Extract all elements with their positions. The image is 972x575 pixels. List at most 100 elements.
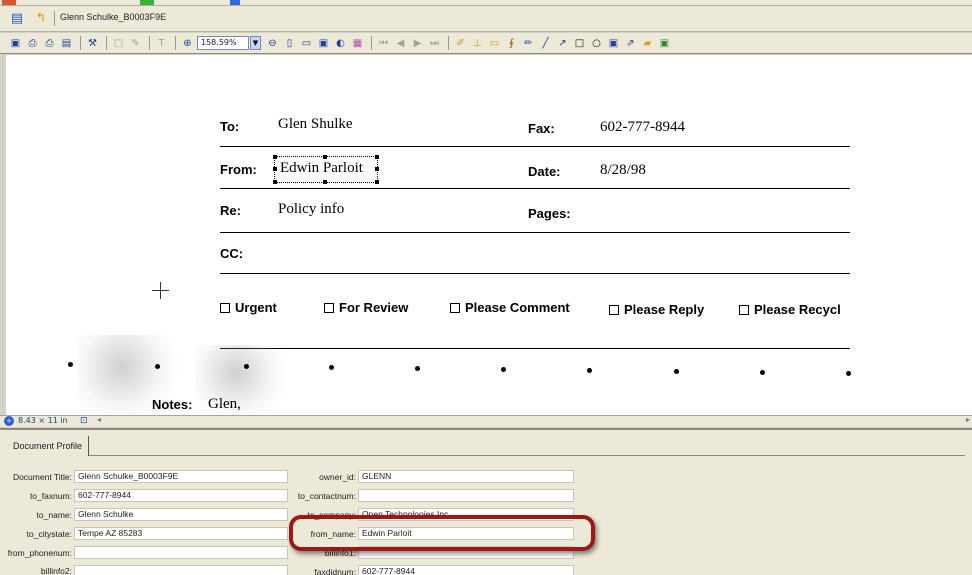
list-view-icon[interactable]: ▤ (8, 10, 26, 27)
fit-page-icon[interactable]: ▯ (282, 36, 297, 51)
checkbox-icon (220, 302, 230, 313)
next-page-icon[interactable]: ▶ (410, 36, 425, 51)
app-window: ▤ ↰ Glenn Schulke_B0003F9E ▣ ⎙ ⎙ ▤ ⚒ ▢ ✎… (0, 0, 972, 575)
print-menu-icon[interactable]: ⎙ (25, 36, 40, 51)
profile-tab-strip: Document Profile (5, 436, 965, 456)
owner-id-field[interactable]: GLENN (358, 470, 574, 483)
highlighter-icon[interactable]: ✐ (453, 36, 468, 51)
from-label: From: (220, 162, 257, 177)
tools-icon[interactable]: ⚒ (85, 36, 100, 51)
line-icon[interactable]: ╱ (538, 36, 553, 51)
thumbnails-icon[interactable]: ▦ (350, 36, 365, 51)
checkbox-icon (450, 302, 460, 313)
document-profile-panel: Document Profile Document Title: Glenn S… (0, 428, 972, 575)
blue-tool-icon[interactable] (230, 0, 240, 5)
tab-document-profile[interactable]: Document Profile (5, 436, 90, 456)
checkbox-icon (739, 304, 749, 315)
bullet-dot (244, 364, 249, 369)
properties-icon[interactable]: ▣ (657, 36, 672, 51)
freehand-icon[interactable]: ✏ (521, 36, 536, 51)
open-folder-icon[interactable]: ▰ (640, 36, 655, 51)
pen-icon[interactable]: ✎ (128, 36, 143, 51)
ellipse-icon[interactable]: ○ (589, 36, 604, 51)
fax-value: 602-777-8944 (600, 119, 685, 135)
fax-page: To: Glen Shulke Fax: 602-777-8944 From: … (6, 55, 972, 415)
field-label: from_phonenum: (7, 548, 72, 558)
navigate-icon[interactable]: + (4, 416, 14, 426)
prev-page-icon[interactable]: ◀ (393, 36, 408, 51)
to-citystate-field[interactable]: Tempe AZ 85283 (74, 527, 288, 540)
copy-icon[interactable]: ▢ (111, 36, 126, 51)
actual-size-icon[interactable]: ▣ (316, 36, 331, 51)
to-faxnum-field[interactable]: 602-777-8944 (74, 489, 288, 502)
checkbox-please-reply: Please Reply (609, 302, 704, 317)
folder-up-icon[interactable]: ↰ (32, 10, 50, 27)
checkbox-please-comment: Please Comment (450, 300, 570, 315)
field-label: to_faxnum: (29, 491, 72, 501)
bullet-dot (846, 371, 851, 376)
from-phonenum-field[interactable] (74, 546, 288, 559)
divider-line (220, 188, 850, 189)
divider-line (220, 146, 850, 147)
bullet-dot (415, 366, 420, 371)
billinfo2-field[interactable] (74, 565, 288, 575)
rectangle-icon[interactable]: □ (572, 36, 587, 51)
from-value: Edwin Parloit (280, 160, 363, 176)
field-label: to_contactnum: (297, 491, 356, 501)
field-label: to_name: (36, 510, 72, 520)
fax-label: Fax: (528, 121, 555, 136)
arrow-icon[interactable]: ↗ (555, 36, 570, 51)
to-value: Glen Shulke (278, 116, 353, 132)
bullet-dot (760, 370, 765, 375)
scroll-right-icon[interactable]: ▸ (966, 415, 970, 424)
stamp-icon[interactable]: ⊥ (470, 36, 485, 51)
green-tool-icon[interactable] (140, 0, 154, 5)
bullet-dot (155, 364, 160, 369)
print-icon[interactable]: ⎙ (42, 36, 57, 51)
display-icon[interactable]: ⊡ (80, 416, 88, 426)
bullet-dot (501, 367, 506, 372)
field-label: billinfo2: (40, 566, 72, 575)
image-icon[interactable]: ▣ (606, 36, 621, 51)
to-contactnum-field[interactable] (358, 489, 574, 502)
document-title-field[interactable]: Glenn Schulke_B0003F9E (74, 470, 288, 483)
field-label: to_citystate: (26, 529, 72, 539)
faxdidnum-field[interactable]: 602-777-8944 (358, 565, 574, 575)
sticky-note-icon[interactable]: ▭ (487, 36, 502, 51)
signature-icon[interactable]: ∮ (504, 36, 519, 51)
document-title: Glenn Schulke_B0003F9E (60, 12, 167, 22)
divider-line (220, 348, 850, 349)
page-properties-icon[interactable]: ▤ (59, 36, 74, 51)
separator (54, 11, 55, 26)
bullet-dot (674, 369, 679, 374)
last-page-icon[interactable]: ⏭ (427, 36, 442, 51)
zoom-input[interactable]: 158.59% (197, 36, 249, 50)
to-label: To: (220, 119, 240, 134)
date-label: Date: (528, 164, 561, 179)
checkbox-for-review: For Review (324, 300, 408, 315)
first-page-icon[interactable]: ⏮ (376, 36, 391, 51)
zoom-in-icon[interactable]: ⊕ (180, 36, 195, 51)
viewer-toolbar: ▣ ⎙ ⎙ ▤ ⚒ ▢ ✎ T ⊕ 158.59% ▼ ⊖ ▯ ▭ ▣ ◐ ▦ … (0, 33, 972, 54)
notes-label: Notes: (152, 397, 193, 412)
document-viewer[interactable]: To: Glen Shulke Fax: 602-777-8944 From: … (0, 55, 972, 415)
document-path-bar: ▤ ↰ Glenn Schulke_B0003F9E (0, 6, 972, 32)
cc-label: CC: (220, 246, 244, 261)
re-label: Re: (220, 203, 241, 218)
link-icon[interactable]: ⇗ (623, 36, 638, 51)
app-logo-icon (2, 0, 16, 5)
save-icon[interactable]: ▣ (8, 36, 23, 51)
text-icon[interactable]: T (154, 36, 169, 51)
zoom-dropdown-icon[interactable]: ▼ (250, 36, 261, 50)
zoom-out-icon[interactable]: ⊖ (265, 36, 280, 51)
checkbox-icon (609, 304, 619, 315)
notes-value: Glen, (208, 396, 241, 412)
to-name-field[interactable]: Glenn Schulke (74, 508, 288, 521)
checkbox-please-recycle: Please Recycl (739, 302, 841, 317)
re-value: Policy info (278, 201, 345, 217)
bullet-dot (587, 368, 592, 373)
crosshair-cursor-icon (152, 282, 169, 299)
scroll-left-icon[interactable]: ◂ (97, 415, 101, 424)
rotate-icon[interactable]: ◐ (333, 36, 348, 51)
fit-width-icon[interactable]: ▭ (299, 36, 314, 51)
